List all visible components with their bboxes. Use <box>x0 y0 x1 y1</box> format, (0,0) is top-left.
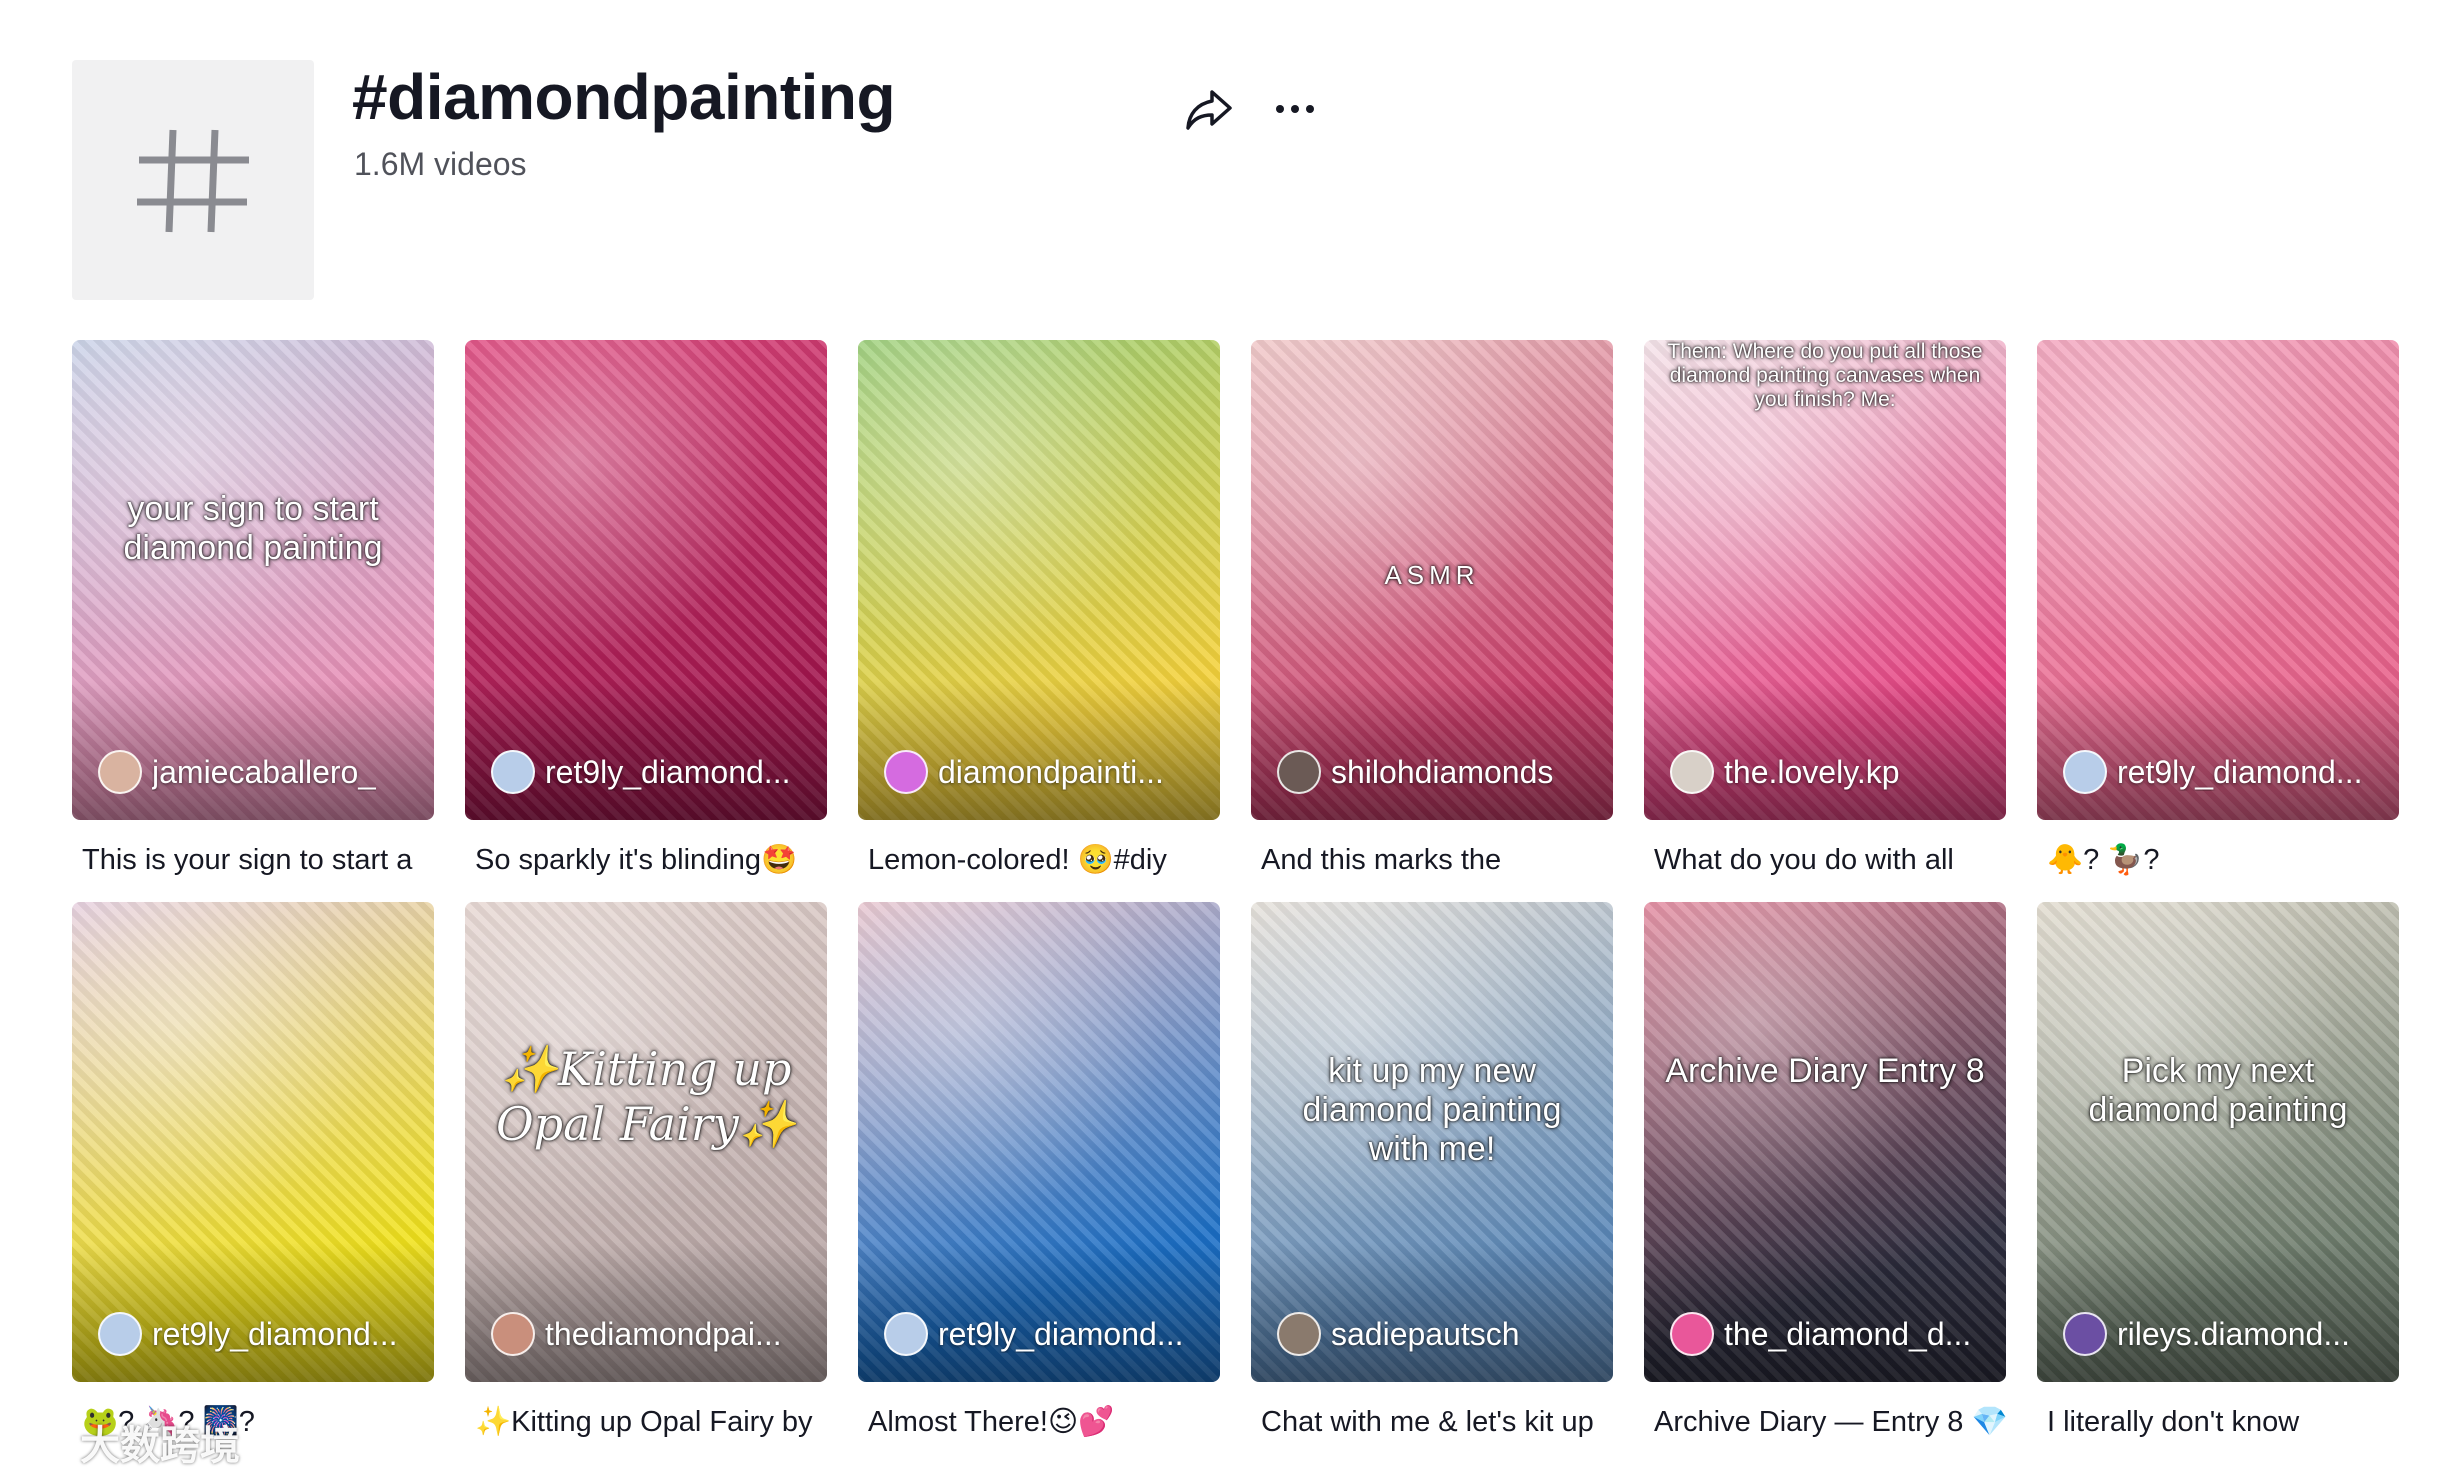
avatar <box>1277 1312 1321 1356</box>
video-card[interactable]: your sign to start diamond painting jamie… <box>72 340 434 880</box>
author-name: thediamondpai... <box>545 1315 782 1352</box>
author-name: ret9ly_diamond... <box>2117 753 2363 790</box>
video-overlay-text: Pick my next diamond painting <box>2088 1052 2348 1129</box>
video-overlay-text: your sign to start diamond painting <box>123 490 383 567</box>
avatar <box>1670 750 1714 794</box>
video-caption[interactable]: Chat with me & let's kit up <box>1261 1402 1613 1442</box>
video-card[interactable]: ret9ly_diamond... Almost There!😉💕 <box>858 902 1220 1442</box>
video-thumbnail[interactable]: Pick my next diamond painting rileys.diam… <box>2037 902 2399 1382</box>
video-caption[interactable]: So sparkly it's blinding🤩 <box>475 840 827 880</box>
video-thumbnail[interactable]: Archive Diary Entry 8 the_diamond_d... <box>1644 902 2006 1382</box>
video-overlay-text: kit up my new diamond painting with me! <box>1302 1052 1562 1168</box>
video-author[interactable]: ret9ly_diamond... <box>491 750 813 794</box>
avatar <box>2063 750 2107 794</box>
page-title: #diamondpainting <box>352 61 896 133</box>
video-thumbnail[interactable]: ret9ly_diamond... <box>2037 340 2399 820</box>
hashtag-icon <box>137 129 249 233</box>
avatar <box>2063 1312 2107 1356</box>
video-count: 1.6M videos <box>354 146 527 182</box>
video-grid: your sign to start diamond painting jamie… <box>72 340 2402 1442</box>
video-thumbnail[interactable]: Them: Where do you put all those diamond… <box>1644 340 2006 820</box>
video-card[interactable]: kit up my new diamond painting with me! s… <box>1251 902 1613 1442</box>
video-card[interactable]: Pick my next diamond painting rileys.diam… <box>2037 902 2399 1442</box>
author-name: ret9ly_diamond... <box>938 1315 1184 1352</box>
video-thumbnail[interactable]: diamondpainti... <box>858 340 1220 820</box>
video-author[interactable]: shilohdiamonds <box>1277 750 1599 794</box>
author-name: rileys.diamond... <box>2117 1315 2350 1352</box>
author-name: shilohdiamonds <box>1331 753 1554 790</box>
video-caption[interactable]: Lemon-colored! 🥹#diy <box>868 840 1220 880</box>
video-overlay-text: Them: Where do you put all those diamond… <box>1667 340 1983 411</box>
dot-icon <box>1276 105 1284 113</box>
video-caption[interactable]: 🐥? 🦆? <box>2047 840 2399 880</box>
author-name: sadiepautsch <box>1331 1315 1520 1352</box>
avatar <box>98 750 142 794</box>
avatar <box>884 1312 928 1356</box>
video-author[interactable]: the.lovely.kp <box>1670 750 1992 794</box>
video-card[interactable]: diamondpainti... Lemon-colored! 🥹#diy <box>858 340 1220 880</box>
author-name: ret9ly_diamond... <box>152 1315 398 1352</box>
hashtag-header: #diamondpainting 1.6M videos <box>72 60 2372 300</box>
avatar <box>491 750 535 794</box>
video-thumbnail[interactable]: ret9ly_diamond... <box>72 902 434 1382</box>
video-thumbnail[interactable]: kit up my new diamond painting with me! s… <box>1251 902 1613 1382</box>
author-name: ret9ly_diamond... <box>545 753 791 790</box>
dot-icon <box>1291 105 1299 113</box>
author-name: the.lovely.kp <box>1724 753 1900 790</box>
watermark-text: 大数跨境 <box>80 1424 240 1468</box>
video-author[interactable]: jamiecaballero_ <box>98 750 420 794</box>
author-name: diamondpainti... <box>938 753 1164 790</box>
video-thumbnail[interactable]: ASMR shilohdiamonds <box>1251 340 1613 820</box>
dot-icon <box>1306 105 1314 113</box>
video-thumbnail[interactable]: ret9ly_diamond... <box>858 902 1220 1382</box>
video-card[interactable]: ASMR shilohdiamonds And this marks the <box>1251 340 1613 880</box>
avatar <box>98 1312 142 1356</box>
video-author[interactable]: ret9ly_diamond... <box>2063 750 2385 794</box>
video-thumbnail[interactable]: ret9ly_diamond... <box>465 340 827 820</box>
hashtag-avatar <box>72 60 314 300</box>
video-overlay-text: ✨Kitting up Opal Fairy✨ <box>495 1042 797 1151</box>
video-caption[interactable]: This is your sign to start a <box>82 840 434 880</box>
video-caption[interactable]: I literally don't know <box>2047 1402 2399 1442</box>
video-card[interactable]: ret9ly_diamond... 🐸? 🦄? 🎆? <box>72 902 434 1442</box>
video-author[interactable]: rileys.diamond... <box>2063 1312 2385 1356</box>
avatar <box>1277 750 1321 794</box>
watermark-logo-icon <box>17 1424 65 1464</box>
video-author[interactable]: sadiepautsch <box>1277 1312 1599 1356</box>
video-author[interactable]: diamondpainti... <box>884 750 1206 794</box>
video-caption[interactable]: Archive Diary — Entry 8 💎 <box>1654 1402 2006 1442</box>
video-caption[interactable]: ✨Kitting up Opal Fairy by <box>475 1402 827 1442</box>
video-overlay-text: ASMR <box>1384 560 1480 590</box>
share-button[interactable] <box>1182 82 1236 136</box>
video-overlay-text: Archive Diary Entry 8 <box>1665 1052 1985 1090</box>
video-author[interactable]: ret9ly_diamond... <box>884 1312 1206 1356</box>
video-card[interactable]: Archive Diary Entry 8 the_diamond_d... Arc… <box>1644 902 2006 1442</box>
share-icon <box>1186 90 1232 130</box>
avatar <box>1670 1312 1714 1356</box>
video-caption[interactable]: And this marks the <box>1261 840 1613 880</box>
author-name: jamiecaballero_ <box>152 753 377 790</box>
video-author[interactable]: thediamondpai... <box>491 1312 813 1356</box>
author-name: the_diamond_d... <box>1724 1315 1972 1352</box>
video-card[interactable]: Them: Where do you put all those diamond… <box>1644 340 2006 880</box>
video-caption[interactable]: Almost There!😉💕 <box>868 1402 1220 1442</box>
video-thumbnail[interactable]: ✨Kitting up Opal Fairy✨ thediamondpai... <box>465 902 827 1382</box>
video-card[interactable]: ret9ly_diamond... So sparkly it's blindin… <box>465 340 827 880</box>
video-card[interactable]: ✨Kitting up Opal Fairy✨ thediamondpai... ✨… <box>465 902 827 1442</box>
more-options-button[interactable] <box>1268 82 1322 136</box>
video-author[interactable]: the_diamond_d... <box>1670 1312 1992 1356</box>
video-caption[interactable]: What do you do with all <box>1654 840 2006 880</box>
video-card[interactable]: ret9ly_diamond... 🐥? 🦆? <box>2037 340 2399 880</box>
video-author[interactable]: ret9ly_diamond... <box>98 1312 420 1356</box>
watermark: 大数跨境 <box>12 1414 240 1470</box>
avatar <box>491 1312 535 1356</box>
avatar <box>884 750 928 794</box>
video-thumbnail[interactable]: your sign to start diamond painting jamie… <box>72 340 434 820</box>
